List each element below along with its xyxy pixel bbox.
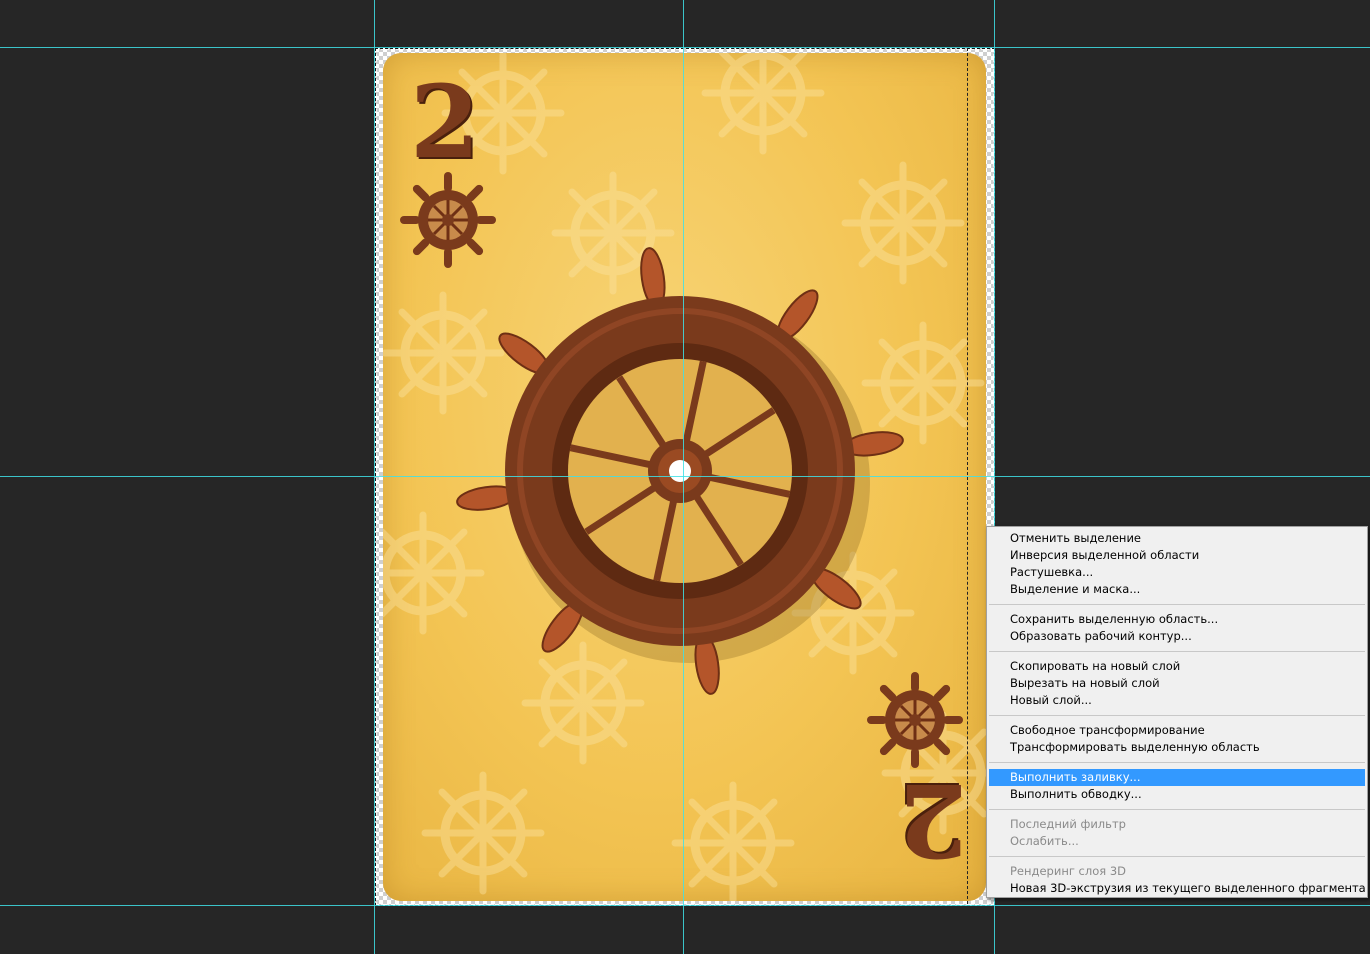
menu-item-inverse-selection[interactable]: Инверсия выделенной области: [989, 547, 1365, 564]
guide-horizontal-top[interactable]: [0, 47, 1370, 48]
menu-item-fade: Ослабить...: [1010, 834, 1079, 848]
menu-item-free-transform[interactable]: Свободное трансформирование: [989, 722, 1365, 739]
menu-item-fill[interactable]: Выполнить заливку...: [989, 769, 1365, 786]
menu-item-deselect[interactable]: Отменить выделение: [989, 530, 1365, 547]
menu-item-last-filter: Последний фильтр: [1010, 817, 1126, 831]
card-rank-bottom: 2: [898, 761, 968, 879]
menu-item-save-selection[interactable]: Сохранить выделенную область...: [989, 611, 1365, 628]
guide-vertical-center[interactable]: [683, 0, 684, 954]
card-rank-top: 2: [410, 63, 480, 181]
menu-separator: [989, 651, 1365, 652]
guide-horizontal-middle[interactable]: [0, 476, 1370, 477]
menu-item-layer-via-cut[interactable]: Вырезать на новый слой: [989, 675, 1365, 692]
menu-item-new-3d-extrusion[interactable]: Новая 3D-экструзия из текущего выделенно…: [989, 880, 1366, 897]
guide-vertical-left[interactable]: [374, 0, 375, 954]
menu-separator: [989, 715, 1365, 716]
menu-item-stroke[interactable]: Выполнить обводку...: [989, 786, 1365, 803]
menu-item-select-and-mask[interactable]: Выделение и маска...: [989, 581, 1365, 598]
menu-item-layer-via-copy[interactable]: Скопировать на новый слой: [989, 658, 1365, 675]
menu-item-make-work-path[interactable]: Образовать рабочий контур...: [989, 628, 1365, 645]
context-menu: Отменить выделение Инверсия выделенной о…: [986, 526, 1368, 898]
menu-separator: [989, 604, 1365, 605]
menu-item-transform-selection[interactable]: Трансформировать выделенную область: [989, 739, 1365, 756]
guide-horizontal-bottom[interactable]: [0, 905, 1370, 906]
menu-item-render-3d-layer: Рендеринг слоя 3D: [1010, 864, 1126, 878]
menu-item-new-layer[interactable]: Новый слой...: [989, 692, 1365, 709]
menu-separator: [989, 809, 1365, 810]
menu-item-feather[interactable]: Растушевка...: [989, 564, 1365, 581]
menu-separator: [989, 856, 1365, 857]
menu-separator: [989, 762, 1365, 763]
